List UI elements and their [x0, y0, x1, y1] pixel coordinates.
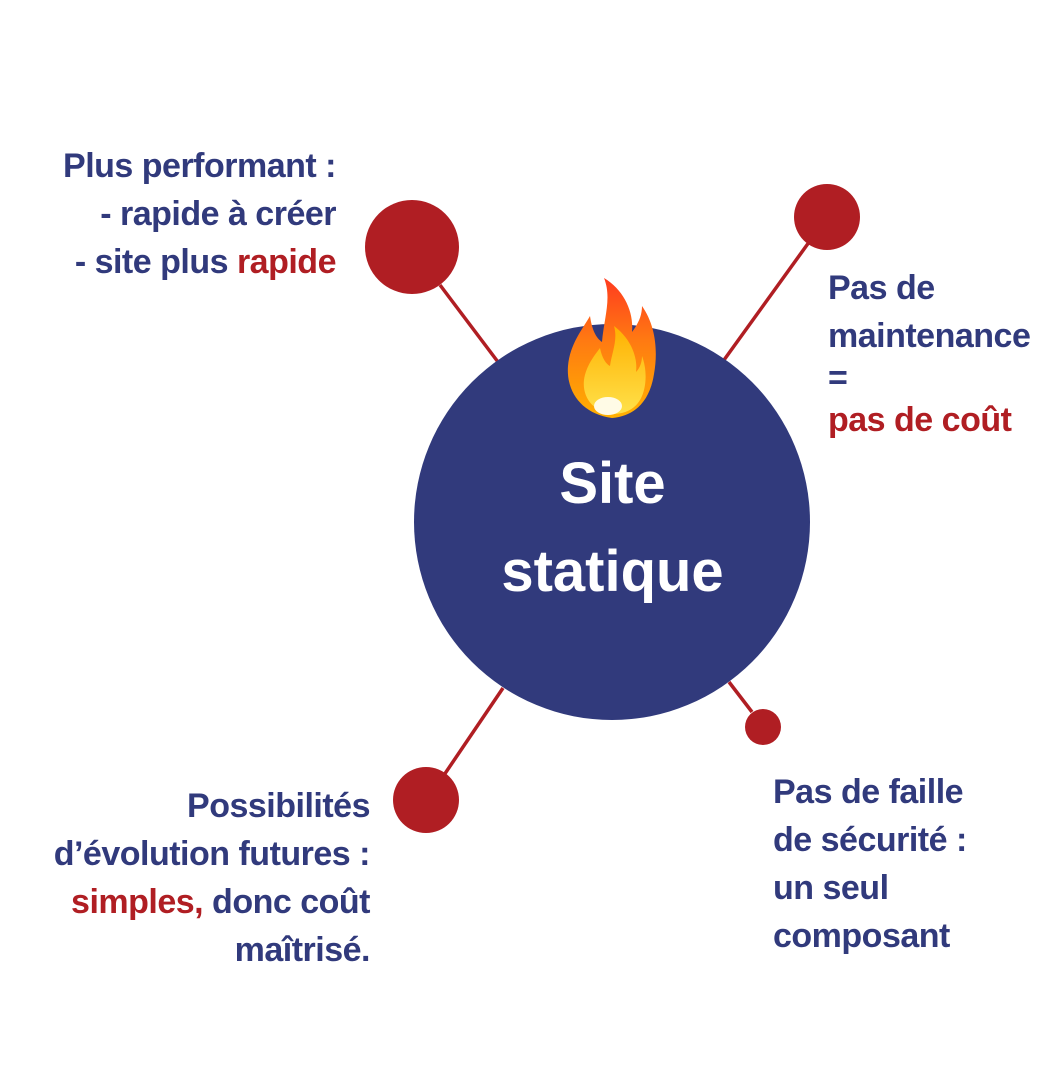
- label-bottom-right-line-3: un seul: [773, 869, 889, 907]
- flame-icon: [567, 278, 656, 418]
- label-bottom-right-line-4: composant: [773, 917, 950, 955]
- label-top-right-line-1: Pas de: [828, 269, 935, 307]
- connector-top-left: [438, 283, 500, 364]
- label-bottom-left-line-4: maîtrisé.: [234, 931, 371, 969]
- label-bottom-right-line-1: Pas de faille: [773, 773, 964, 811]
- label-bottom-left-line-3: simples, donc coût: [54, 878, 370, 926]
- node-dot-bottom-left: [393, 767, 459, 833]
- node-dot-top-left: [365, 200, 459, 294]
- connector-bottom-left: [440, 687, 505, 779]
- label-bottom-left-line-3-suffix: donc coût: [203, 883, 370, 921]
- label-bottom-left: Possibilités d’évolution futures : simpl…: [53, 782, 371, 974]
- label-bottom-right-line-2: de sécurité :: [773, 821, 967, 859]
- center-title-line-1: Site: [559, 451, 666, 516]
- connector-bottom-right: [727, 680, 754, 714]
- label-bottom-left-line-2: d’évolution futures :: [53, 835, 371, 873]
- label-top-left-line-1: Plus performant :: [63, 147, 336, 185]
- connector-top-right: [722, 236, 814, 362]
- label-top-left-line-3: - site plus rapide: [63, 238, 337, 286]
- label-top-right-line-4: pas de coût: [828, 401, 1012, 439]
- label-top-right-line-3: =: [828, 359, 848, 397]
- node-dot-bottom-right: [745, 709, 781, 745]
- label-top-left: Plus performant : - rapide à créer - sit…: [63, 142, 336, 286]
- label-top-left-line-3-accent: rapide: [236, 243, 337, 281]
- label-bottom-left-line-3-accent: simples,: [71, 883, 204, 921]
- label-top-right: Pas de maintenance = pas de coût: [828, 264, 1031, 444]
- center-title: Site statique: [415, 440, 810, 616]
- label-bottom-left-line-1: Possibilités: [187, 787, 370, 825]
- node-dot-top-right: [794, 184, 860, 250]
- label-top-left-line-3-prefix: - site plus: [74, 243, 237, 281]
- label-top-right-line-2: maintenance: [828, 317, 1031, 355]
- center-title-line-2: statique: [501, 539, 724, 604]
- label-top-left-line-2: - rapide à créer: [100, 195, 336, 233]
- label-bottom-right: Pas de faille de sécurité : un seul comp…: [773, 768, 967, 960]
